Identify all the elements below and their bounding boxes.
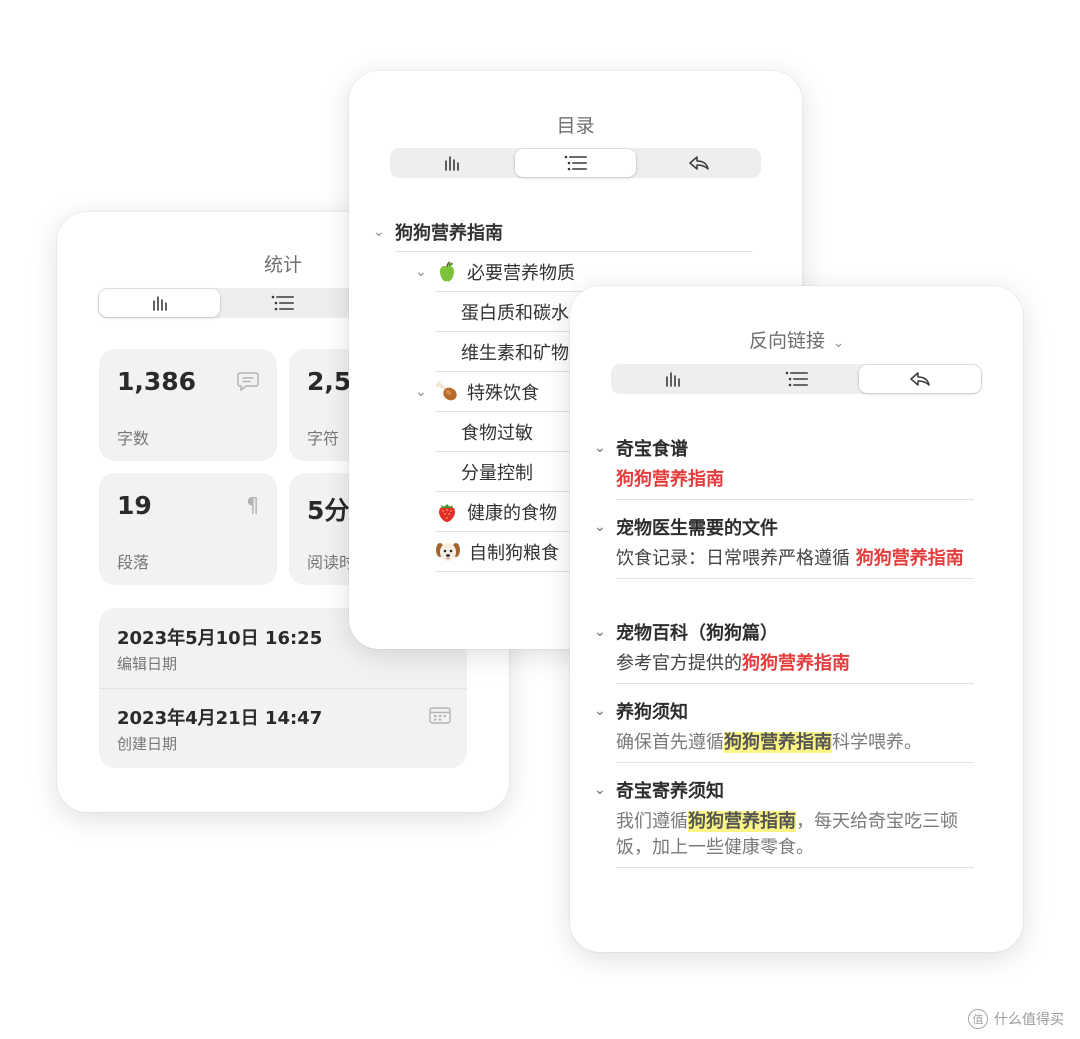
backlink-context: 狗狗营养指南 [616,463,974,500]
toc-item-label: 蛋白质和碳水 [461,303,569,324]
word-count-label: 字数 [117,429,150,448]
chevron-down-icon[interactable]: ⌄ [594,703,616,719]
toc-title: 目录 [556,115,595,137]
backlink-source-title: 奇宝食谱 [616,439,688,460]
paragraph-count-value: 19 [117,491,152,520]
toc-item-label: 食物过敏 [461,423,533,444]
backlinks-panel: 反向链接 ⌄ ⌄ 奇宝食谱 狗狗营养指南 ⌄ 宠物医生需要的文件 饮食记录：日常… [570,286,1023,952]
toc-item-label: 必要营养物质 [467,263,575,284]
backlink-group: ⌄ 养狗须知 确保首先遵循狗狗营养指南科学喂养。 [594,696,974,763]
strawberry-icon [435,500,459,524]
toc-item-label: 健康的食物 [467,503,557,524]
backlink-link[interactable]: 狗狗营养指南 [742,653,850,674]
char-count-label: 字符 [307,429,340,448]
tab-backlinks[interactable] [859,365,982,393]
backlink-source-title: 宠物百科（狗狗篇） [616,623,778,644]
chevron-down-icon[interactable]: ⌄ [594,440,616,456]
tab-backlinks[interactable] [638,149,760,177]
chevron-down-icon[interactable]: ⌄ [415,264,435,280]
reply-arrow-icon [909,371,931,387]
backlinks-title-label: 反向链接 [749,330,826,352]
bar-chart-icon [151,295,169,311]
green-apple-icon [435,260,459,284]
calendar-icon [429,706,451,728]
toc-item-label: 特殊饮食 [467,383,539,404]
tab-statistics[interactable] [612,365,734,393]
chevron-down-icon[interactable]: ⌄ [415,384,435,400]
reading-time-label: 阅读时 [307,553,356,572]
backlink-group: ⌄ 宠物百科（狗狗篇） 参考官方提供的狗狗营养指南 [594,617,974,684]
edit-date-label: 编辑日期 [117,655,178,673]
char-count-value: 2,5 [307,367,352,396]
paragraph-count-label: 段落 [117,553,150,572]
tab-outline[interactable] [514,149,637,177]
pilcrow-icon: ¶ [246,493,259,517]
create-date-value: 2023年4月21日 14:47 [117,708,323,729]
backlink-group: ⌄ 奇宝寄养须知 我们遵循狗狗营养指南，每天给奇宝吃三顿饭，加上一些健康零食。 [594,775,974,868]
backlink-context: 我们遵循狗狗营养指南，每天给奇宝吃三顿饭，加上一些健康零食。 [616,805,974,868]
backlink-highlight[interactable]: 狗狗营养指南 [688,811,796,832]
bar-chart-icon [664,371,682,387]
poultry-leg-icon [435,380,459,404]
backlink-context-text: 参考官方提供的 [616,653,742,674]
chevron-down-icon[interactable]: ⌄ [594,624,616,640]
backlink-group: ⌄ 奇宝食谱 狗狗营养指南 [594,433,974,500]
tab-statistics[interactable] [99,289,221,317]
backlink-link[interactable]: 狗狗营养指南 [616,469,724,490]
tab-statistics[interactable] [391,149,513,177]
dog-face-icon [435,540,461,564]
backlink-source[interactable]: ⌄ 奇宝食谱 [594,433,974,463]
toc-root-item[interactable]: ⌄ 狗狗营养指南 [373,212,753,252]
toc-item-label: 自制狗粮食 [469,543,559,564]
chevron-down-icon: ⌄ [833,336,844,351]
backlink-link[interactable]: 狗狗营养指南 [856,548,964,569]
backlinks-title[interactable]: 反向链接 ⌄ [570,326,1023,353]
chevron-down-icon[interactable]: ⌄ [594,519,616,535]
watermark-text: 什么值得买 [994,1012,1064,1028]
chevron-down-icon[interactable]: ⌄ [373,224,395,240]
toc-tab-bar [390,148,761,178]
chevron-down-icon[interactable]: ⌄ [594,782,616,798]
toc-item-label: 维生素和矿物 [461,343,569,364]
backlink-context-text: 确保首先遵循 [616,732,724,753]
backlink-context-text: 饮食记录：日常喂养严格遵循 [616,548,856,569]
backlink-source-title: 宠物医生需要的文件 [616,518,778,539]
reading-time-value: 5分 [307,496,350,525]
toc-item-label: 分量控制 [461,463,533,484]
paragraph-count-tile: 19 段落 ¶ [99,473,277,585]
backlink-highlight[interactable]: 狗狗营养指南 [724,732,832,753]
watermark-logo-icon: 值 [968,1009,988,1029]
backlink-source-title: 养狗须知 [616,702,688,723]
backlink-source[interactable]: ⌄ 宠物医生需要的文件 [594,512,974,542]
create-date-row: 2023年4月21日 14:47 创建日期 [99,688,467,768]
word-count-value: 1,386 [117,367,197,396]
tab-outline[interactable] [736,365,858,393]
backlink-source[interactable]: ⌄ 养狗须知 [594,696,974,726]
tab-outline[interactable] [222,289,343,317]
outline-list-icon [271,295,295,311]
edit-date-value: 2023年5月10日 16:25 [117,628,323,649]
backlink-context-text: 科学喂养。 [832,732,922,753]
backlinks-tab-bar [611,364,982,394]
reply-arrow-icon [688,155,710,171]
backlink-context-text: 我们遵循 [616,811,688,832]
watermark: 值 什么值得买 [968,1009,1064,1029]
backlink-context: 确保首先遵循狗狗营养指南科学喂养。 [616,726,974,763]
backlink-context: 参考官方提供的狗狗营养指南 [616,647,974,684]
outline-list-icon [785,371,809,387]
backlink-source[interactable]: ⌄ 宠物百科（狗狗篇） [594,617,974,647]
backlink-group: ⌄ 宠物医生需要的文件 饮食记录：日常喂养严格遵循 狗狗营养指南 [594,512,974,579]
bar-chart-icon [443,155,461,171]
word-count-tile: 1,386 字数 [99,349,277,461]
backlink-source-title: 奇宝寄养须知 [616,781,724,802]
outline-list-icon [564,155,588,171]
create-date-label: 创建日期 [117,735,178,753]
comment-icon [237,371,259,395]
backlink-context: 饮食记录：日常喂养严格遵循 狗狗营养指南 [616,542,974,579]
backlink-source[interactable]: ⌄ 奇宝寄养须知 [594,775,974,805]
toc-root-label: 狗狗营养指南 [395,223,503,244]
